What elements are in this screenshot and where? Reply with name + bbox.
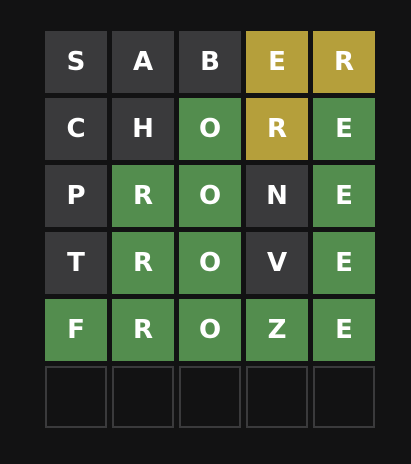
tile-r5-c1: F (45, 299, 107, 361)
tile-r2-c4: R (246, 98, 308, 160)
tile-r3-c1: P (45, 165, 107, 227)
tile-r4-c5: E (313, 232, 375, 294)
tile-r3-c4: N (246, 165, 308, 227)
tile-r4-c3: O (179, 232, 241, 294)
tile-r1-c2: A (112, 31, 174, 93)
tile-r2-c2: H (112, 98, 174, 160)
game-board: S A B E R C H O R E P R O N E T R O V E … (45, 31, 375, 428)
tile-r1-c1: S (45, 31, 107, 93)
tile-r5-c4: Z (246, 299, 308, 361)
tile-r6-c3 (179, 366, 241, 428)
tile-r4-c1: T (45, 232, 107, 294)
tile-r6-c2 (112, 366, 174, 428)
tile-r5-c2: R (112, 299, 174, 361)
tile-r6-c5 (313, 366, 375, 428)
tile-r3-c2: R (112, 165, 174, 227)
tile-r2-c1: C (45, 98, 107, 160)
tile-r6-c1 (45, 366, 107, 428)
tile-r6-c4 (246, 366, 308, 428)
tile-r1-c5: R (313, 31, 375, 93)
tile-r3-c5: E (313, 165, 375, 227)
tile-r2-c5: E (313, 98, 375, 160)
tile-r4-c4: V (246, 232, 308, 294)
tile-r4-c2: R (112, 232, 174, 294)
tile-r5-c5: E (313, 299, 375, 361)
tile-r3-c3: O (179, 165, 241, 227)
tile-r2-c3: O (179, 98, 241, 160)
tile-r1-c3: B (179, 31, 241, 93)
tile-r1-c4: E (246, 31, 308, 93)
tile-r5-c3: O (179, 299, 241, 361)
